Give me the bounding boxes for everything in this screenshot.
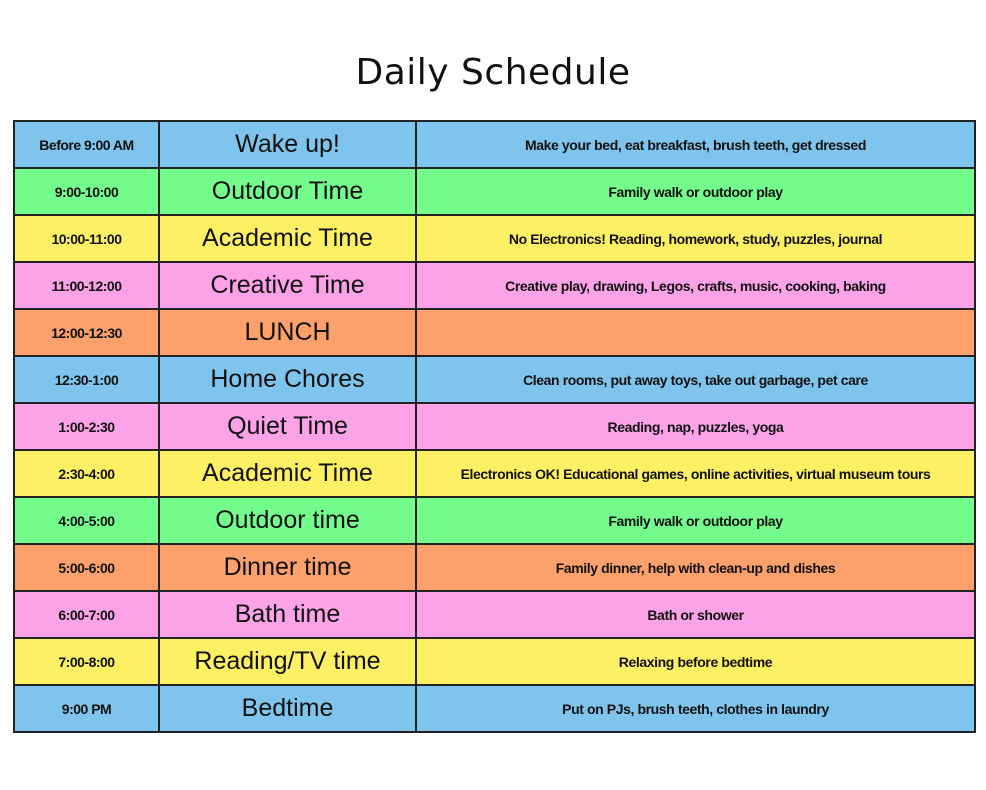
schedule-row: 11:00-12:00 Creative Time Creative play,… (13, 261, 976, 310)
activity-cell: Wake up! (158, 120, 417, 169)
details-cell: Reading, nap, puzzles, yoga (415, 402, 976, 451)
activity-cell: Reading/TV time (158, 637, 417, 686)
details-cell: Creative play, drawing, Legos, crafts, m… (415, 261, 976, 310)
time-cell: 10:00-11:00 (13, 214, 160, 263)
activity-cell: Outdoor Time (158, 167, 417, 216)
time-cell: 6:00-7:00 (13, 590, 160, 639)
schedule-row: 12:30-1:00 Home Chores Clean rooms, put … (13, 355, 976, 404)
activity-cell: Bedtime (158, 684, 417, 733)
schedule-row: 6:00-7:00 Bath time Bath or shower (13, 590, 976, 639)
activity-cell: LUNCH (158, 308, 417, 357)
schedule-row: 12:00-12:30 LUNCH (13, 308, 976, 357)
schedule-row: 7:00-8:00 Reading/TV time Relaxing befor… (13, 637, 976, 686)
schedule-row: 9:00-10:00 Outdoor Time Family walk or o… (13, 167, 976, 216)
schedule-table: Before 9:00 AM Wake up! Make your bed, e… (13, 120, 976, 733)
details-cell: Family walk or outdoor play (415, 167, 976, 216)
activity-cell: Outdoor time (158, 496, 417, 545)
schedule-row: Before 9:00 AM Wake up! Make your bed, e… (13, 120, 976, 169)
time-cell: 2:30-4:00 (13, 449, 160, 498)
details-cell: Bath or shower (415, 590, 976, 639)
time-cell: 7:00-8:00 (13, 637, 160, 686)
activity-cell: Dinner time (158, 543, 417, 592)
schedule-row: 1:00-2:30 Quiet Time Reading, nap, puzzl… (13, 402, 976, 451)
details-cell: Family dinner, help with clean-up and di… (415, 543, 976, 592)
time-cell: 9:00-10:00 (13, 167, 160, 216)
activity-cell: Quiet Time (158, 402, 417, 451)
activity-cell: Academic Time (158, 449, 417, 498)
activity-cell: Academic Time (158, 214, 417, 263)
time-cell: 12:30-1:00 (13, 355, 160, 404)
time-cell: 5:00-6:00 (13, 543, 160, 592)
schedule-row: 10:00-11:00 Academic Time No Electronics… (13, 214, 976, 263)
time-cell: 1:00-2:30 (13, 402, 160, 451)
time-cell: 9:00 PM (13, 684, 160, 733)
time-cell: 12:00-12:30 (13, 308, 160, 357)
schedule-row: 9:00 PM Bedtime Put on PJs, brush teeth,… (13, 684, 976, 733)
time-cell: 4:00-5:00 (13, 496, 160, 545)
activity-cell: Bath time (158, 590, 417, 639)
time-cell: 11:00-12:00 (13, 261, 160, 310)
details-cell: No Electronics! Reading, homework, study… (415, 214, 976, 263)
page-title: Daily Schedule (355, 52, 631, 93)
schedule-row: 5:00-6:00 Dinner time Family dinner, hel… (13, 543, 976, 592)
activity-cell: Home Chores (158, 355, 417, 404)
details-cell: Electronics OK! Educational games, onlin… (415, 449, 976, 498)
details-cell: Put on PJs, brush teeth, clothes in laun… (415, 684, 976, 733)
activity-cell: Creative Time (158, 261, 417, 310)
details-cell: Family walk or outdoor play (415, 496, 976, 545)
schedule-row: 4:00-5:00 Outdoor time Family walk or ou… (13, 496, 976, 545)
details-cell: Relaxing before bedtime (415, 637, 976, 686)
time-cell: Before 9:00 AM (13, 120, 160, 169)
details-cell: Clean rooms, put away toys, take out gar… (415, 355, 976, 404)
details-cell: Make your bed, eat breakfast, brush teet… (415, 120, 976, 169)
details-cell (415, 308, 976, 357)
schedule-row: 2:30-4:00 Academic Time Electronics OK! … (13, 449, 976, 498)
